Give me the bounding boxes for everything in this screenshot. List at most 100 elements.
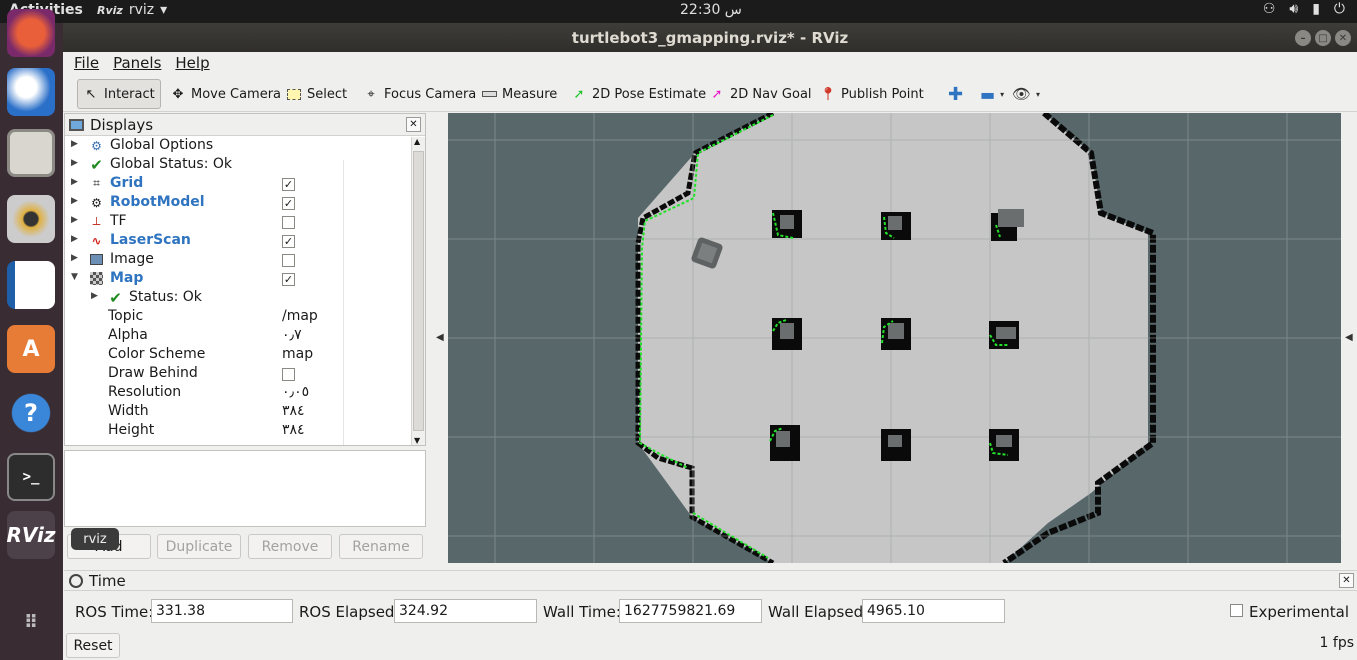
remove-button[interactable]: Remove <box>248 534 332 559</box>
wall-elapsed-field[interactable]: 4965.10 <box>862 599 1005 623</box>
thunderbird-icon[interactable] <box>7 68 55 116</box>
expand-arrow-icon[interactable]: ▶ <box>91 291 98 301</box>
grid-checkbox[interactable]: ✓ <box>282 178 295 191</box>
displays-scrollbar[interactable]: ▲ ▼ <box>411 137 425 445</box>
measure-tool[interactable]: Measure <box>476 79 562 109</box>
experimental-checkbox[interactable] <box>1230 604 1243 617</box>
reset-button[interactable]: Reset <box>66 633 120 658</box>
firefox-icon[interactable] <box>7 9 55 57</box>
terminal-icon[interactable]: >_ <box>7 453 55 501</box>
displays-tree: ▶ ⚙ Global Options ▶ ✔ Global Status: Ok… <box>65 137 425 445</box>
render-viewport[interactable] <box>448 113 1341 563</box>
prop-value[interactable]: /map <box>282 308 318 324</box>
menu-help[interactable]: Help <box>175 54 209 72</box>
view-tool-button[interactable]: 👁︎ ▾ <box>1007 79 1045 109</box>
prop-value[interactable]: ٣٨٤ <box>282 403 305 419</box>
magenta-arrow-icon: ➚ <box>711 86 723 102</box>
tree-row-laserscan[interactable]: ▶ ∿ LaserScan ✓ <box>65 232 411 251</box>
draw-behind-checkbox[interactable] <box>282 368 295 381</box>
pose-estimate-tool[interactable]: ➚ 2D Pose Estimate <box>566 79 711 109</box>
system-tray[interactable]: ⚇ 🔊︎ ▮ ⏻ <box>1263 1 1345 17</box>
prop-value[interactable]: ٠٫٧ <box>282 327 302 343</box>
ros-time-field[interactable]: 331.38 <box>151 599 293 623</box>
minimize-icon[interactable]: – <box>1295 30 1311 46</box>
expand-arrow-icon[interactable]: ▶ <box>71 196 78 206</box>
collapse-left-icon[interactable]: ◀ <box>436 332 444 343</box>
close-icon[interactable]: ✕ <box>1339 573 1354 588</box>
tree-row-map-status[interactable]: ▶ ✔ Status: Ok <box>65 289 411 308</box>
show-apps-icon[interactable]: ⠿ <box>7 598 55 646</box>
tree-row-global-options[interactable]: ▶ ⚙ Global Options <box>65 137 411 156</box>
tree-row-grid[interactable]: ▶ ⌗ Grid ✓ <box>65 175 411 194</box>
expand-arrow-icon[interactable]: ▶ <box>71 253 78 263</box>
tree-row-robotmodel[interactable]: ▶ ⚙ RobotModel ✓ <box>65 194 411 213</box>
select-tool[interactable]: Select <box>281 79 352 109</box>
prop-alpha[interactable]: Alpha ٠٫٧ <box>65 327 411 346</box>
time-header: Time ✕ <box>64 570 1357 591</box>
image-icon <box>89 252 104 267</box>
scroll-up-icon[interactable]: ▲ <box>414 137 420 146</box>
menu-file[interactable]: File <box>74 54 99 72</box>
ros-elapsed-field[interactable]: 324.92 <box>394 599 537 623</box>
rename-button[interactable]: Rename <box>339 534 423 559</box>
collapse-right-icon[interactable]: ◀ <box>1345 332 1353 343</box>
prop-width[interactable]: Width ٣٨٤ <box>65 403 411 422</box>
scrollbar-thumb[interactable] <box>413 151 424 431</box>
map-checkbox[interactable]: ✓ <box>282 273 295 286</box>
tree-row-image[interactable]: ▶ Image <box>65 251 411 270</box>
tree-row-global-status[interactable]: ▶ ✔ Global Status: Ok <box>65 156 411 175</box>
image-checkbox[interactable] <box>282 254 295 267</box>
ros-time-label: ROS Time: <box>75 603 154 621</box>
close-icon[interactable]: ✕ <box>406 117 421 132</box>
clock[interactable]: 22:30 س <box>680 2 742 18</box>
prop-color-scheme[interactable]: Color Scheme map <box>65 346 411 365</box>
rhythmbox-icon[interactable] <box>7 195 55 243</box>
add-tool-button[interactable]: ✚ <box>943 79 968 109</box>
displays-panel: Displays ✕ ▶ ⚙ Global Options ▶ ✔ Global… <box>64 113 426 446</box>
tree-label: TF <box>110 213 127 229</box>
app-menu[interactable]: Rviz rviz ▾ <box>97 2 167 18</box>
prop-value[interactable]: ٣٨٤ <box>282 422 305 438</box>
tree-row-tf[interactable]: ▶ ⟂ TF <box>65 213 411 232</box>
prop-resolution[interactable]: Resolution ٠٫٠٥ <box>65 384 411 403</box>
collapse-arrow-icon[interactable]: ▼ <box>71 272 78 282</box>
prop-topic[interactable]: Topic /map <box>65 308 411 327</box>
focus-camera-tool[interactable]: ⌖ Focus Camera <box>358 79 481 109</box>
duplicate-button[interactable]: Duplicate <box>157 534 241 559</box>
wall-elapsed-label: Wall Elapsed: <box>768 603 869 621</box>
scroll-down-icon[interactable]: ▼ <box>414 436 420 445</box>
nav-goal-tool[interactable]: ➚ 2D Nav Goal <box>704 79 817 109</box>
interact-tool[interactable]: ↖ Interact <box>77 79 161 109</box>
help-icon[interactable]: ? <box>7 389 55 437</box>
robotmodel-checkbox[interactable]: ✓ <box>282 197 295 210</box>
select-label: Select <box>307 86 348 102</box>
maximize-icon[interactable]: □ <box>1315 30 1331 46</box>
checkmark-icon: ✔ <box>109 288 122 307</box>
expand-arrow-icon[interactable]: ▶ <box>71 158 78 168</box>
wall-time-field[interactable]: 1627759821.69 <box>619 599 762 623</box>
window-titlebar[interactable]: turtlebot3_gmapping.rviz* - RViz – □ ✕ <box>63 23 1357 52</box>
move-camera-label: Move Camera <box>191 86 282 102</box>
gear-icon: ⚙ <box>91 138 102 153</box>
rviz-dock-icon[interactable]: RViz <box>6 511 56 559</box>
tree-row-map[interactable]: ▼ Map ✓ <box>65 270 411 289</box>
prop-value[interactable]: ٠٫٠٥ <box>282 384 309 400</box>
expand-arrow-icon[interactable]: ▶ <box>71 139 78 149</box>
writer-icon[interactable] <box>7 261 55 309</box>
expand-arrow-icon[interactable]: ▶ <box>71 215 78 225</box>
expand-arrow-icon[interactable]: ▶ <box>71 177 78 187</box>
tf-checkbox[interactable] <box>282 216 295 229</box>
expand-arrow-icon[interactable]: ▶ <box>71 234 78 244</box>
close-icon[interactable]: ✕ <box>1335 30 1351 46</box>
move-camera-tool[interactable]: ✥ Move Camera <box>165 79 286 109</box>
prop-value[interactable]: map <box>282 346 313 362</box>
prop-draw-behind[interactable]: Draw Behind <box>65 365 411 384</box>
laserscan-checkbox[interactable]: ✓ <box>282 235 295 248</box>
publish-point-tool[interactable]: 📍︎ Publish Point <box>815 79 929 109</box>
remove-tool-button[interactable]: ▬ ▾ <box>975 79 1009 109</box>
prop-height[interactable]: Height ٣٨٤ <box>65 422 411 441</box>
software-icon[interactable]: A <box>7 325 55 373</box>
menu-panels[interactable]: Panels <box>113 54 161 72</box>
files-icon[interactable] <box>7 129 55 177</box>
menu-bar: File Panels Help <box>63 52 1357 74</box>
